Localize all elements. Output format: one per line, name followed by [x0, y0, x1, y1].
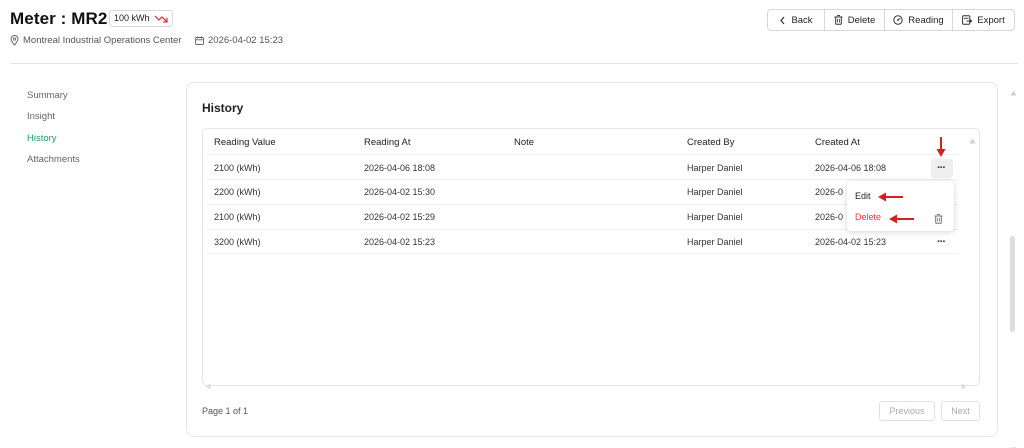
- sidebar-item-history[interactable]: History: [27, 133, 57, 144]
- export-label: Export: [977, 14, 1005, 26]
- table-row-divider: [206, 179, 958, 180]
- consumption-badge: 100 kWh: [109, 10, 173, 27]
- table-header-divider: [206, 154, 958, 155]
- cell-created-at: 2026-0: [815, 212, 844, 222]
- annotation-arrow-left-icon: [877, 189, 905, 207]
- trash-icon: [834, 15, 843, 25]
- cell-reading-value: 2200 (kWh): [214, 187, 261, 197]
- table-scroll-up-arrow[interactable]: [969, 131, 976, 149]
- calendar-icon: [195, 36, 204, 45]
- table-row-divider: [206, 229, 958, 230]
- header-divider: [10, 63, 1018, 64]
- cell-reading-value: 2100 (kWh): [214, 163, 261, 173]
- column-header-reading-at: Reading At: [364, 137, 411, 148]
- more-horizontal-icon[interactable]: ···: [937, 163, 946, 174]
- table-scroll-left-arrow[interactable]: [205, 377, 211, 395]
- back-label: Back: [791, 14, 813, 26]
- cell-created-by: Harper Daniel: [687, 212, 743, 222]
- next-page-button[interactable]: Next: [941, 401, 980, 421]
- reading-button[interactable]: Reading: [885, 10, 953, 30]
- location-text: Montreal Industrial Operations Center: [23, 35, 182, 46]
- column-header-created-by: Created By: [687, 137, 735, 148]
- badge-value: 100 kWh: [114, 13, 150, 23]
- page-scroll-down-arrow[interactable]: [1010, 440, 1017, 448]
- history-title: History: [202, 101, 244, 115]
- delete-label: Delete: [847, 14, 876, 26]
- column-header-reading-value: Reading Value: [214, 137, 276, 148]
- chevron-left-icon: [779, 16, 786, 25]
- datetime-text: 2026-04-02 15:23: [208, 35, 284, 46]
- table-scroll-right-arrow[interactable]: [961, 377, 967, 395]
- cell-reading-at: 2026-04-06 18:08: [364, 163, 436, 173]
- cell-reading-value: 2100 (kWh): [214, 212, 261, 222]
- location-meta: Montreal Industrial Operations Center: [10, 35, 181, 46]
- page-scroll-up-arrow[interactable]: [1010, 83, 1017, 101]
- cell-created-by: Harper Daniel: [687, 187, 743, 197]
- sidebar-item-insight[interactable]: Insight: [27, 111, 55, 122]
- page-scrollbar-thumb[interactable]: [1010, 236, 1015, 332]
- cell-reading-at: 2026-04-02 15:30: [364, 187, 436, 197]
- delete-button[interactable]: Delete: [825, 10, 885, 30]
- more-horizontal-icon[interactable]: ···: [937, 237, 946, 248]
- annotation-arrow-left-icon: [888, 211, 916, 229]
- menu-item-edit[interactable]: Edit: [855, 191, 871, 201]
- gauge-icon: [893, 15, 903, 25]
- menu-item-delete[interactable]: Delete: [855, 212, 881, 222]
- cell-created-by: Harper Daniel: [687, 237, 743, 247]
- cell-created-at: 2026-0: [815, 187, 844, 197]
- page-title: Meter : MR2: [10, 9, 108, 28]
- column-header-created-at: Created At: [815, 137, 860, 148]
- column-header-note: Note: [514, 137, 535, 148]
- pagination-status: Page 1 of 1: [202, 406, 249, 416]
- sidebar-item-summary[interactable]: Summary: [27, 90, 68, 101]
- trend-down-icon: [154, 14, 168, 24]
- header-toolbar: Back Delete Reading Export: [767, 9, 1015, 31]
- trash-icon: [934, 211, 943, 229]
- cell-created-at: 2026-04-06 18:08: [815, 163, 887, 173]
- cell-created-at: 2026-04-02 15:23: [815, 237, 887, 247]
- table-row-divider: [206, 204, 958, 205]
- location-pin-icon: [10, 35, 19, 46]
- back-button[interactable]: Back: [768, 10, 825, 30]
- cell-reading-value: 3200 (kWh): [214, 237, 261, 247]
- annotation-arrow-down-icon: [936, 136, 946, 163]
- table-row-divider: [206, 253, 958, 254]
- datetime-meta: 2026-04-02 15:23: [195, 35, 283, 46]
- reading-label: Reading: [908, 14, 944, 26]
- previous-page-button[interactable]: Previous: [879, 401, 935, 421]
- sidebar-item-attachments[interactable]: Attachments: [27, 154, 80, 165]
- cell-reading-at: 2026-04-02 15:29: [364, 212, 436, 222]
- export-icon: [962, 15, 973, 25]
- cell-reading-at: 2026-04-02 15:23: [364, 237, 436, 247]
- export-button[interactable]: Export: [953, 10, 1014, 30]
- cell-created-by: Harper Daniel: [687, 163, 743, 173]
